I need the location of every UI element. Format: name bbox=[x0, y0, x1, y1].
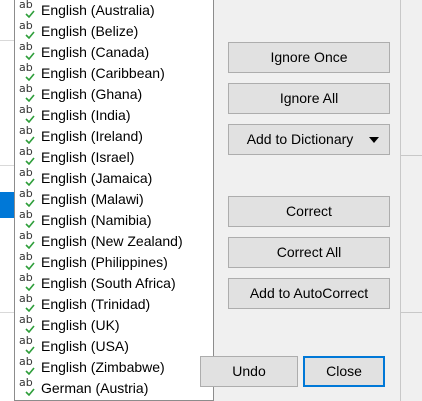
language-label: English (India) bbox=[41, 107, 131, 123]
checkmark-icon bbox=[25, 325, 35, 333]
language-label: German (Austria) bbox=[41, 380, 149, 396]
checkmark-icon bbox=[25, 94, 35, 102]
language-list-item[interactable]: ab English (Zimbabwe) bbox=[15, 356, 213, 378]
language-label: English (Jamaica) bbox=[41, 170, 153, 186]
spellcheck-icon: ab bbox=[19, 272, 37, 292]
language-list-item[interactable]: ab English (Namibia) bbox=[15, 209, 213, 231]
language-list-item[interactable]: ab English (Ghana) bbox=[15, 83, 213, 105]
correct-button[interactable]: Correct bbox=[228, 196, 390, 227]
spellcheck-icon: ab bbox=[19, 377, 37, 397]
checkmark-icon bbox=[25, 178, 35, 186]
spellcheck-icon: ab bbox=[19, 251, 37, 271]
spellcheck-icon: ab bbox=[19, 230, 37, 250]
checkmark-icon bbox=[25, 10, 35, 18]
language-list-item[interactable]: ab English (USA) bbox=[15, 335, 213, 357]
language-list-item[interactable]: ab English (Caribbean) bbox=[15, 62, 213, 84]
language-list-item[interactable]: ab English (India) bbox=[15, 104, 213, 126]
checkmark-icon bbox=[25, 220, 35, 228]
spellcheck-icon: ab bbox=[19, 83, 37, 103]
language-label: English (Ghana) bbox=[41, 86, 143, 102]
checkmark-icon bbox=[25, 388, 35, 396]
checkmark-icon bbox=[25, 52, 35, 60]
spellcheck-icon: ab bbox=[19, 104, 37, 124]
language-label: English (Ireland) bbox=[41, 128, 143, 144]
checkmark-icon bbox=[25, 262, 35, 270]
language-list-item[interactable]: ab German (Austria) bbox=[15, 377, 213, 399]
spellcheck-icon: ab bbox=[19, 188, 37, 208]
language-label: English (New Zealand) bbox=[41, 233, 183, 249]
add-to-dictionary-button[interactable]: Add to Dictionary bbox=[228, 124, 390, 155]
language-list-item[interactable]: ab English (Belize) bbox=[15, 20, 213, 42]
language-label: English (Trinidad) bbox=[41, 296, 151, 312]
spellcheck-icon: ab bbox=[19, 209, 37, 229]
dialog-edge bbox=[400, 312, 422, 313]
checkmark-icon bbox=[25, 367, 35, 375]
language-list-item[interactable]: ab English (Israel) bbox=[15, 146, 213, 168]
close-button[interactable]: Close bbox=[303, 356, 385, 387]
checkmark-icon bbox=[25, 73, 35, 81]
language-label: English (Belize) bbox=[41, 23, 139, 39]
checkmark-icon bbox=[25, 241, 35, 249]
checkmark-icon bbox=[25, 199, 35, 207]
correct-all-button[interactable]: Correct All bbox=[228, 237, 390, 268]
language-list-item[interactable]: ab English (Trinidad) bbox=[15, 293, 213, 315]
language-label: English (Zimbabwe) bbox=[41, 359, 165, 375]
language-label: English (Malawi) bbox=[41, 191, 144, 207]
language-label: English (South Africa) bbox=[41, 275, 176, 291]
language-list-item[interactable]: ab English (Canada) bbox=[15, 41, 213, 63]
language-label: English (Philippines) bbox=[41, 254, 168, 270]
language-label: English (Israel) bbox=[41, 149, 135, 165]
language-label: English (Namibia) bbox=[41, 212, 152, 228]
language-list-item[interactable]: ab English (UK) bbox=[15, 314, 213, 336]
dialog-edge bbox=[400, 0, 401, 401]
checkmark-icon bbox=[25, 136, 35, 144]
ignore-once-button[interactable]: Ignore Once bbox=[228, 42, 390, 73]
language-label: English (Canada) bbox=[41, 44, 150, 60]
spellcheck-icon: ab bbox=[19, 167, 37, 187]
language-dropdown-list[interactable]: ab English (Australia) ab English (Belize) a… bbox=[14, 0, 214, 401]
add-to-dictionary-label: Add to Dictionary bbox=[246, 131, 354, 147]
spellcheck-icon: ab bbox=[19, 0, 37, 19]
undo-button[interactable]: Undo bbox=[200, 356, 298, 387]
language-list-item[interactable]: ab English (Jamaica) bbox=[15, 167, 213, 189]
spellcheck-icon: ab bbox=[19, 146, 37, 166]
language-label: English (UK) bbox=[41, 317, 120, 333]
checkmark-icon bbox=[25, 346, 35, 354]
checkmark-icon bbox=[25, 31, 35, 39]
language-label: English (USA) bbox=[41, 338, 129, 354]
spellcheck-icon: ab bbox=[19, 335, 37, 355]
checkmark-icon bbox=[25, 283, 35, 291]
language-list-item[interactable]: ab English (South Africa) bbox=[15, 272, 213, 294]
language-list-item[interactable]: ab English (Malawi) bbox=[15, 188, 213, 210]
spellcheck-icon: ab bbox=[19, 356, 37, 376]
language-list-item[interactable]: ab English (Australia) bbox=[15, 0, 213, 21]
language-label: English (Australia) bbox=[41, 2, 155, 18]
spellcheck-icon: ab bbox=[19, 41, 37, 61]
spellcheck-icon: ab bbox=[19, 20, 37, 40]
spellcheck-icon: ab bbox=[19, 293, 37, 313]
language-list-item[interactable]: ab English (Philippines) bbox=[15, 251, 213, 273]
checkmark-icon bbox=[25, 304, 35, 312]
language-label: English (Caribbean) bbox=[41, 65, 165, 81]
ignore-all-button[interactable]: Ignore All bbox=[228, 83, 390, 114]
spellcheck-icon: ab bbox=[19, 125, 37, 145]
dropdown-arrow-icon[interactable] bbox=[369, 137, 379, 143]
language-list-item[interactable]: ab English (New Zealand) bbox=[15, 230, 213, 252]
checkmark-icon bbox=[25, 115, 35, 123]
spellcheck-icon: ab bbox=[19, 62, 37, 82]
checkmark-icon bbox=[25, 157, 35, 165]
spellcheck-icon: ab bbox=[19, 314, 37, 334]
selected-row-highlight bbox=[0, 192, 14, 218]
add-to-autocorrect-button[interactable]: Add to AutoCorrect bbox=[228, 278, 390, 309]
dialog-edge bbox=[400, 155, 422, 156]
language-list-item[interactable]: ab English (Ireland) bbox=[15, 125, 213, 147]
